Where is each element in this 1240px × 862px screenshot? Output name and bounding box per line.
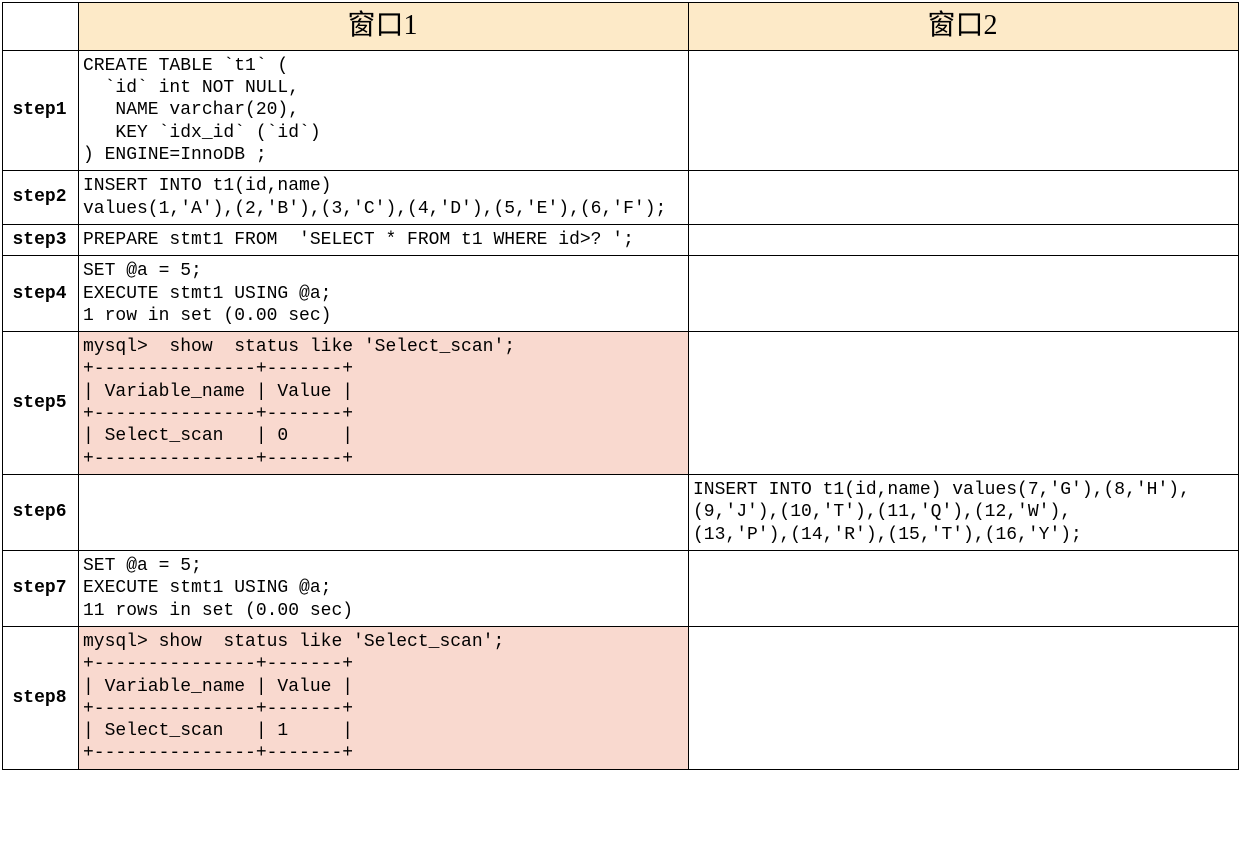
step-label: step8	[3, 626, 79, 769]
step-label: step5	[3, 332, 79, 475]
window1-cell: mysql> show status like 'Select_scan'; +…	[79, 332, 689, 475]
window2-cell	[689, 550, 1239, 626]
window2-cell	[689, 50, 1239, 171]
table-row: step6 INSERT INTO t1(id,name) values(7,'G…	[3, 475, 1239, 551]
step-label: step3	[3, 224, 79, 255]
window2-cell	[689, 224, 1239, 255]
window1-cell: PREPARE stmt1 FROM 'SELECT * FROM t1 WHE…	[79, 224, 689, 255]
window2-cell	[689, 171, 1239, 225]
table-row: step2INSERT INTO t1(id,name) values(1,'A…	[3, 171, 1239, 225]
table-header-row: 窗口1 窗口2	[3, 3, 1239, 51]
table-body: step1CREATE TABLE `t1` ( `id` int NOT NU…	[3, 50, 1239, 769]
step-label: step4	[3, 256, 79, 332]
window1-cell: mysql> show status like 'Select_scan'; +…	[79, 626, 689, 769]
sql-steps-table: 窗口1 窗口2 step1CREATE TABLE `t1` ( `id` in…	[2, 2, 1239, 770]
window1-cell	[79, 475, 689, 551]
step-label: step6	[3, 475, 79, 551]
table-row: step8mysql> show status like 'Select_sca…	[3, 626, 1239, 769]
table-row: step3PREPARE stmt1 FROM 'SELECT * FROM t…	[3, 224, 1239, 255]
header-window1: 窗口1	[79, 3, 689, 51]
step-label: step1	[3, 50, 79, 171]
header-blank	[3, 3, 79, 51]
window2-cell: INSERT INTO t1(id,name) values(7,'G'),(8…	[689, 475, 1239, 551]
step-label: step7	[3, 550, 79, 626]
window2-cell	[689, 256, 1239, 332]
table-row: step7SET @a = 5; EXECUTE stmt1 USING @a;…	[3, 550, 1239, 626]
table-row: step1CREATE TABLE `t1` ( `id` int NOT NU…	[3, 50, 1239, 171]
window2-cell	[689, 332, 1239, 475]
window1-cell: CREATE TABLE `t1` ( `id` int NOT NULL, N…	[79, 50, 689, 171]
table-row: step4SET @a = 5; EXECUTE stmt1 USING @a;…	[3, 256, 1239, 332]
table-row: step5mysql> show status like 'Select_sca…	[3, 332, 1239, 475]
header-window2: 窗口2	[689, 3, 1239, 51]
window2-cell	[689, 626, 1239, 769]
step-label: step2	[3, 171, 79, 225]
window1-cell: INSERT INTO t1(id,name) values(1,'A'),(2…	[79, 171, 689, 225]
window1-cell: SET @a = 5; EXECUTE stmt1 USING @a; 1 ro…	[79, 256, 689, 332]
window1-cell: SET @a = 5; EXECUTE stmt1 USING @a; 11 r…	[79, 550, 689, 626]
